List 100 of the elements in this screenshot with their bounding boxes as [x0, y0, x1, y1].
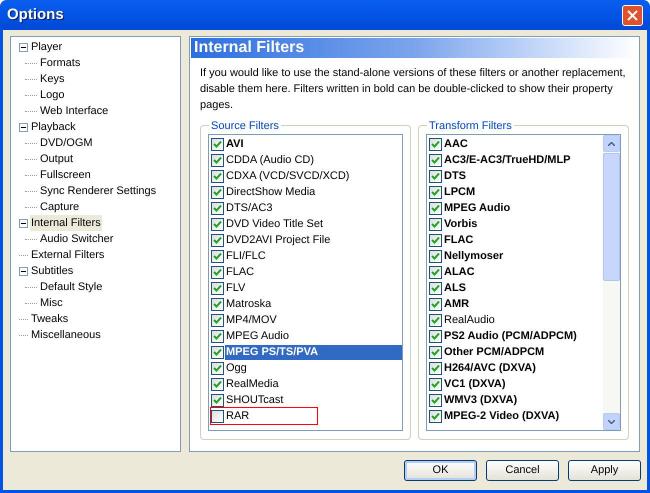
filter-label[interactable]: DirectShow Media — [225, 184, 316, 200]
checkbox[interactable] — [211, 314, 224, 326]
filter-label[interactable]: H264/AVC (DXVA) — [443, 360, 537, 376]
filter-label[interactable]: RealMedia — [225, 376, 280, 392]
checkbox[interactable] — [429, 298, 442, 310]
filter-label[interactable]: AC3/E-AC3/TrueHD/MLP — [443, 152, 572, 168]
tree-item[interactable]: Misc — [39, 294, 64, 312]
checkbox[interactable] — [429, 234, 442, 246]
tree-item[interactable]: Output — [39, 150, 74, 168]
checkbox[interactable] — [429, 346, 442, 358]
checkbox[interactable] — [429, 314, 442, 326]
collapse-icon[interactable] — [19, 122, 28, 132]
filter-label[interactable]: FLAC — [443, 232, 474, 248]
filter-label[interactable]: MPEG PS/TS/PVA — [225, 344, 402, 360]
collapse-icon[interactable] — [19, 266, 28, 276]
scrollbar[interactable] — [603, 135, 620, 430]
filter-label[interactable]: DVD2AVI Project File — [225, 232, 332, 248]
checkbox[interactable] — [211, 266, 224, 278]
checkbox[interactable] — [429, 186, 442, 198]
tree-item[interactable]: Web Interface — [39, 102, 110, 120]
filter-label[interactable]: Vorbis — [443, 216, 478, 232]
checkbox[interactable] — [211, 154, 224, 166]
filter-label[interactable]: MPEG Audio — [443, 200, 512, 216]
checkbox[interactable] — [211, 362, 224, 374]
checkbox[interactable] — [429, 394, 442, 406]
checkbox[interactable] — [211, 186, 224, 198]
filter-label[interactable]: MPEG Audio — [225, 328, 290, 344]
filter-label[interactable]: MP4/MOV — [225, 312, 278, 328]
checkbox[interactable] — [211, 394, 224, 406]
tree-item[interactable]: Fullscreen — [39, 166, 92, 184]
checkbox[interactable] — [211, 298, 224, 310]
checkbox[interactable] — [429, 202, 442, 214]
filter-label[interactable]: CDDA (Audio CD) — [225, 152, 316, 168]
close-button[interactable] — [622, 4, 643, 26]
filter-label[interactable]: LPCM — [443, 184, 476, 200]
checkbox[interactable] — [429, 170, 442, 182]
checkbox[interactable] — [429, 154, 442, 166]
tree-item[interactable]: DVD/OGM — [39, 134, 94, 152]
tree-item[interactable]: Keys — [39, 70, 66, 88]
checkbox[interactable] — [211, 250, 224, 262]
checkbox[interactable] — [429, 362, 442, 374]
dialog-button[interactable]: OK — [404, 460, 477, 481]
checkbox[interactable] — [211, 202, 224, 214]
filter-label[interactable]: AVI — [225, 136, 245, 152]
checkbox[interactable] — [429, 250, 442, 262]
checkbox[interactable] — [211, 282, 224, 294]
checkbox[interactable] — [211, 330, 224, 342]
filter-label[interactable]: ALS — [443, 280, 467, 296]
collapse-icon[interactable] — [19, 42, 28, 52]
checkbox[interactable] — [211, 170, 224, 182]
dialog-button[interactable]: Apply — [568, 460, 641, 481]
filter-label[interactable]: RealAudio — [443, 312, 496, 328]
tree-item[interactable]: Capture — [39, 198, 80, 216]
tree-item[interactable]: Subtitles — [30, 262, 74, 280]
collapse-icon[interactable] — [19, 218, 28, 228]
filter-label[interactable]: Other PCM/ADPCM — [443, 344, 546, 360]
filter-label[interactable]: Nellymoser — [443, 248, 504, 264]
tree-item[interactable]: Internal Filters — [30, 214, 102, 232]
checkbox[interactable] — [429, 266, 442, 278]
filter-label[interactable]: PS2 Audio (PCM/ADPCM) — [443, 328, 578, 344]
checkbox[interactable] — [429, 410, 442, 422]
filter-label[interactable]: FLI/FLC — [225, 248, 267, 264]
checkbox[interactable] — [211, 218, 224, 230]
checkbox[interactable] — [211, 138, 224, 150]
tree-item[interactable]: Tweaks — [30, 310, 70, 328]
tree-item[interactable]: Player — [30, 38, 64, 56]
filter-label[interactable]: CDXA (VCD/SVCD/XCD) — [225, 168, 350, 184]
tree-item[interactable]: Audio Switcher — [39, 230, 114, 248]
filter-label[interactable]: ALAC — [443, 264, 476, 280]
filter-label[interactable]: AMR — [443, 296, 470, 312]
filter-label[interactable]: Matroska — [225, 296, 272, 312]
filter-label[interactable]: VC1 (DXVA) — [443, 376, 507, 392]
filter-label[interactable]: MPEG-2 Video (DXVA) — [443, 408, 560, 424]
tree-item[interactable]: Playback — [30, 118, 77, 136]
tree-item[interactable]: Formats — [39, 54, 82, 72]
checkbox[interactable] — [211, 378, 224, 390]
checkbox[interactable] — [211, 410, 224, 422]
checkbox[interactable] — [429, 138, 442, 150]
filter-label[interactable]: DVD Video Title Set — [225, 216, 324, 232]
checkbox[interactable] — [429, 378, 442, 390]
filter-label[interactable]: RAR — [225, 408, 250, 424]
filter-label[interactable]: FLAC — [225, 264, 256, 280]
tree-item[interactable]: Default Style — [39, 278, 104, 296]
filter-label[interactable]: DTS — [443, 168, 467, 184]
filter-label[interactable]: AAC — [443, 136, 469, 152]
dialog-button[interactable]: Cancel — [486, 460, 559, 481]
tree-item[interactable]: Logo — [39, 86, 66, 104]
checkbox[interactable] — [211, 346, 224, 358]
checkbox[interactable] — [429, 282, 442, 294]
tree-item[interactable]: Miscellaneous — [30, 326, 102, 344]
checkbox[interactable] — [429, 330, 442, 342]
checkbox[interactable] — [429, 218, 442, 230]
checkbox[interactable] — [211, 234, 224, 246]
filter-label[interactable]: FLV — [225, 280, 246, 296]
tree-item[interactable]: External Filters — [30, 246, 106, 264]
filter-label[interactable]: SHOUTcast — [225, 392, 284, 408]
filter-label[interactable]: WMV3 (DXVA) — [443, 392, 518, 408]
filter-label[interactable]: Ogg — [225, 360, 248, 376]
tree-item[interactable]: Sync Renderer Settings — [39, 182, 158, 200]
filter-label[interactable]: DTS/AC3 — [225, 200, 274, 216]
